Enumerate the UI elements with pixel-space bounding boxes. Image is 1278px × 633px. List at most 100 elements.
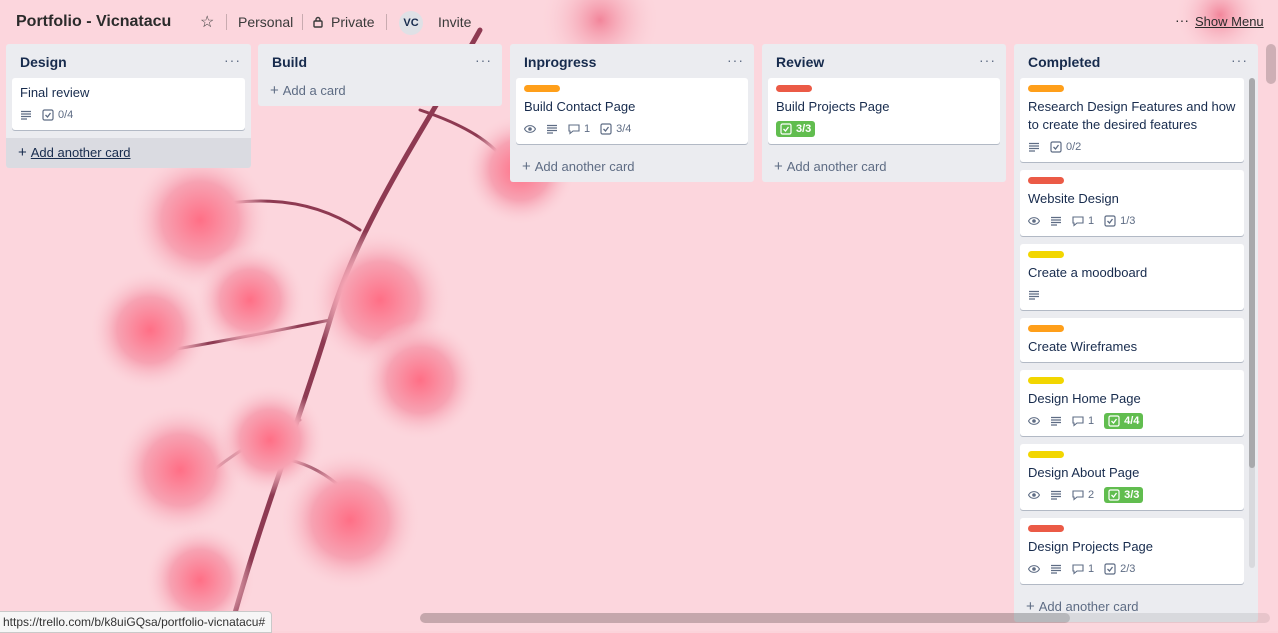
card-label[interactable]: [1028, 251, 1064, 258]
comment-count: 1: [584, 123, 591, 135]
checklist-complete-badge: 3/3: [1104, 487, 1144, 503]
card-label[interactable]: [776, 85, 812, 92]
board-horizontal-scrollbar-thumb[interactable]: [420, 613, 1070, 623]
list-header[interactable]: Review ···: [762, 44, 1006, 78]
checklist-count: 3/3: [1124, 489, 1140, 501]
list-build: Build ··· + Add a card: [258, 44, 502, 106]
checklist-badge: 3/4: [600, 123, 631, 135]
checklist-badge: 0/2: [1050, 141, 1081, 153]
add-card-button[interactable]: + Add another card: [762, 152, 1006, 182]
card[interactable]: Design Projects Page 1 2/3: [1020, 518, 1244, 584]
show-menu-button[interactable]: Show Menu: [1195, 14, 1264, 29]
card[interactable]: Research Design Features and how to crea…: [1020, 78, 1244, 162]
card-title: Create Wireframes: [1028, 339, 1138, 354]
card-badges: 2 3/3: [1028, 484, 1236, 506]
list-header[interactable]: Design ···: [6, 44, 251, 78]
checklist-badge: 2/3: [1104, 563, 1135, 575]
card-badges: 0/4: [20, 104, 237, 126]
checklist-count: 1/3: [1120, 215, 1136, 227]
card-label[interactable]: [1028, 377, 1064, 384]
card-badges: 1 1/3: [1028, 210, 1236, 232]
description-icon: [1050, 215, 1062, 227]
list-menu-icon[interactable]: ···: [979, 52, 996, 68]
list-menu-icon[interactable]: ···: [224, 52, 241, 68]
list-header[interactable]: Build ···: [258, 44, 502, 78]
status-bar-url: https://trello.com/b/k8uiGQsa/portfolio-…: [0, 611, 273, 633]
list-inprogress: Inprogress ··· Build Contact Page 1 3/4 …: [510, 44, 754, 182]
list-scrollbar[interactable]: [1249, 78, 1255, 568]
card-label[interactable]: [1028, 85, 1064, 92]
invite-button[interactable]: Invite: [438, 14, 471, 30]
comments-badge: 1: [1072, 415, 1094, 427]
checklist-icon: [1104, 215, 1116, 227]
description-icon: [1050, 415, 1062, 427]
checklist-complete-badge: 3/3: [776, 121, 816, 137]
list-menu-icon[interactable]: ···: [727, 52, 744, 68]
add-card-button[interactable]: + Add another card: [510, 152, 754, 182]
list-title[interactable]: Design: [20, 54, 67, 70]
card[interactable]: Build Contact Page 1 3/4: [516, 78, 748, 144]
list-header[interactable]: Completed ···: [1014, 44, 1258, 78]
header-divider: [226, 14, 227, 30]
watch-icon: [1028, 215, 1040, 227]
checklist-count: 0/2: [1066, 141, 1082, 153]
card-label[interactable]: [524, 85, 560, 92]
list-title[interactable]: Inprogress: [524, 54, 596, 70]
comment-count: 2: [1088, 489, 1095, 501]
plus-icon: +: [18, 144, 27, 161]
avatar[interactable]: VC: [399, 11, 423, 35]
card-badges: 1 4/4: [1028, 410, 1236, 432]
list-title[interactable]: Review: [776, 54, 824, 70]
add-card-label: Add another card: [786, 159, 887, 174]
card-label[interactable]: [1028, 525, 1064, 532]
list-header[interactable]: Inprogress ···: [510, 44, 754, 78]
team-visibility-button[interactable]: Personal: [238, 14, 293, 30]
header-divider: [302, 14, 303, 30]
card-title: Design Projects Page: [1028, 539, 1154, 554]
card[interactable]: Website Design 1 1/3: [1020, 170, 1244, 236]
checklist-badge: 0/4: [42, 109, 73, 121]
card[interactable]: Design About Page 2 3/3: [1020, 444, 1244, 510]
card[interactable]: Build Projects Page 3/3: [768, 78, 1000, 144]
description-icon: [1028, 141, 1040, 153]
board-title[interactable]: Portfolio - Vicnatacu: [16, 13, 171, 31]
add-card-label: Add another card: [1038, 599, 1139, 614]
list-scrollbar-thumb[interactable]: [1249, 78, 1255, 468]
card-label[interactable]: [1028, 177, 1064, 184]
plus-icon: +: [522, 158, 531, 175]
page-scrollbar-thumb[interactable]: [1266, 44, 1276, 84]
card-title: Final review: [20, 85, 90, 100]
checklist-count: 2/3: [1120, 563, 1136, 575]
list-menu-icon[interactable]: ···: [1231, 52, 1248, 68]
plus-icon: +: [774, 158, 783, 175]
more-icon[interactable]: ···: [1175, 12, 1189, 28]
plus-icon: +: [270, 82, 279, 99]
watch-icon: [1028, 415, 1040, 427]
card[interactable]: Final review 0/4: [12, 78, 245, 130]
card[interactable]: Create a moodboard: [1020, 244, 1244, 310]
card-container: Build Projects Page 3/3: [762, 78, 1006, 144]
add-card-button[interactable]: + Add another card: [6, 138, 251, 168]
card-label[interactable]: [1028, 451, 1064, 458]
comment-icon: [568, 124, 580, 135]
card[interactable]: Design Home Page 1 4/4: [1020, 370, 1244, 436]
list-title[interactable]: Completed: [1028, 54, 1100, 70]
comment-count: 1: [1088, 563, 1095, 575]
board-header: Portfolio - Vicnatacu ☆ Personal Private…: [0, 0, 1278, 44]
privacy-label: Private: [331, 14, 375, 30]
comments-badge: 1: [568, 123, 590, 135]
star-icon[interactable]: ☆: [200, 12, 214, 32]
list-title[interactable]: Build: [272, 54, 307, 70]
privacy-button[interactable]: Private: [313, 14, 375, 30]
checklist-icon: [780, 123, 792, 135]
card-label[interactable]: [1028, 325, 1064, 332]
checklist-badge: 1/3: [1104, 215, 1135, 227]
card[interactable]: Create Wireframes: [1020, 318, 1244, 362]
watch-icon: [1028, 489, 1040, 501]
description-icon: [1050, 489, 1062, 501]
add-card-button[interactable]: + Add a card: [258, 76, 502, 106]
list-menu-icon[interactable]: ···: [475, 52, 492, 68]
board-horizontal-scrollbar[interactable]: [420, 613, 1270, 623]
checklist-count: 3/3: [796, 123, 812, 135]
add-card-label: Add another card: [30, 145, 131, 160]
